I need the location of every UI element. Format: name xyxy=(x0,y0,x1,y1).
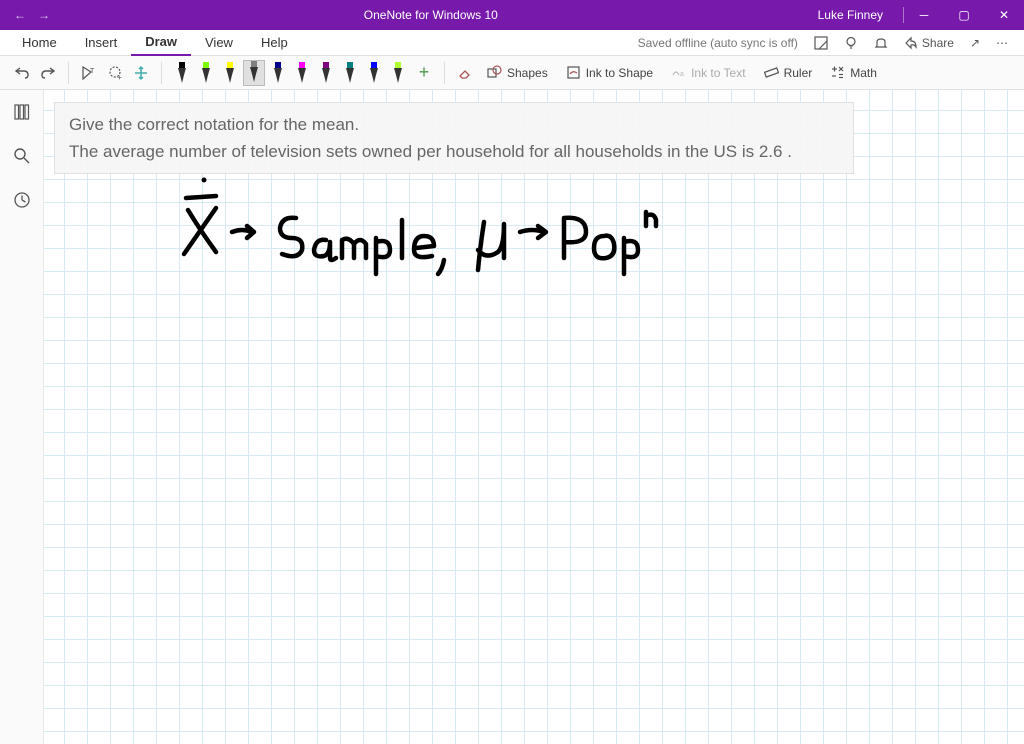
share-icon xyxy=(904,36,918,50)
recent-button[interactable] xyxy=(10,188,34,212)
pen-icon xyxy=(391,62,405,84)
toolbar-separator xyxy=(161,62,162,84)
ink-to-shape-icon xyxy=(566,65,581,80)
user-name[interactable]: Luke Finney xyxy=(798,8,903,22)
close-button[interactable]: ✕ xyxy=(984,0,1024,30)
pan-button[interactable] xyxy=(129,61,153,85)
notebooks-icon xyxy=(13,103,31,121)
pen-0[interactable] xyxy=(171,60,193,86)
lightbulb-icon xyxy=(844,36,858,50)
toolbar-separator xyxy=(68,62,69,84)
pen-icon xyxy=(295,62,309,84)
pen-icon xyxy=(223,62,237,84)
pen-5[interactable] xyxy=(291,60,313,86)
tab-insert[interactable]: Insert xyxy=(71,30,132,56)
autosave-status: Saved offline (auto sync is off) xyxy=(638,36,806,50)
shapes-button[interactable]: Shapes xyxy=(479,60,556,86)
pen-icon xyxy=(343,62,357,84)
drawing-canvas[interactable]: Give the correct notation for the mean. … xyxy=(44,90,1024,744)
pen-8[interactable] xyxy=(363,60,385,86)
lightbulb-button[interactable] xyxy=(836,36,866,50)
ink-to-shape-button[interactable]: Ink to Shape xyxy=(558,60,661,86)
pen-6[interactable] xyxy=(315,60,337,86)
cursor-text-icon: T xyxy=(81,65,97,81)
window-titlebar: ← → OneNote for Windows 10 Luke Finney ─… xyxy=(0,0,1024,30)
eraser-button[interactable] xyxy=(453,61,477,85)
math-button[interactable]: Math xyxy=(822,60,885,86)
undo-icon xyxy=(14,65,30,81)
redo-icon xyxy=(40,65,56,81)
pen-icon xyxy=(247,61,261,83)
workspace: Give the correct notation for the mean. … xyxy=(0,90,1024,744)
undo-button[interactable] xyxy=(10,61,34,85)
pen-7[interactable] xyxy=(339,60,361,86)
pen-icon xyxy=(367,62,381,84)
pen-icon xyxy=(199,62,213,84)
toolbar-separator xyxy=(444,62,445,84)
math-icon xyxy=(830,65,845,80)
fullscreen-button[interactable] xyxy=(806,36,836,50)
nav-back-button[interactable]: ← xyxy=(8,8,32,22)
pen-4[interactable] xyxy=(267,60,289,86)
pen-1[interactable] xyxy=(195,60,217,86)
ribbon-tabs: Home Insert Draw View Help Saved offline… xyxy=(0,30,1024,56)
pen-icon xyxy=(319,62,333,84)
minimize-button[interactable]: ─ xyxy=(904,0,944,30)
note-text-line1: Give the correct notation for the mean. xyxy=(69,111,839,138)
tab-help[interactable]: Help xyxy=(247,30,302,56)
ink-to-text-icon: a xyxy=(671,65,686,80)
more-button[interactable]: ⋯ xyxy=(988,36,1016,50)
tab-view[interactable]: View xyxy=(191,30,247,56)
shapes-label: Shapes xyxy=(507,66,548,80)
lasso-select-button[interactable]: + xyxy=(103,61,127,85)
share-button[interactable]: Share xyxy=(896,36,962,50)
note-text-line2: The average number of television sets ow… xyxy=(69,138,839,165)
ruler-button[interactable]: Ruler xyxy=(756,60,821,86)
shapes-icon xyxy=(487,65,502,80)
redo-button[interactable] xyxy=(36,61,60,85)
bell-icon xyxy=(874,36,888,50)
pen-9[interactable] xyxy=(387,60,409,86)
pen-icon xyxy=(175,62,189,84)
fullscreen-icon xyxy=(814,36,828,50)
eraser-icon xyxy=(457,65,473,81)
ruler-icon xyxy=(764,65,779,80)
add-pen-button[interactable]: + xyxy=(412,61,436,85)
share-label: Share xyxy=(922,36,954,50)
ruler-label: Ruler xyxy=(784,66,813,80)
math-label: Math xyxy=(850,66,877,80)
ink-to-shape-label: Ink to Shape xyxy=(586,66,653,80)
notebooks-button[interactable] xyxy=(10,100,34,124)
ink-to-text-button: a Ink to Text xyxy=(663,60,753,86)
text-mode-button[interactable]: T xyxy=(77,61,101,85)
search-icon xyxy=(13,147,31,165)
search-button[interactable] xyxy=(10,144,34,168)
tab-draw[interactable]: Draw xyxy=(131,30,191,56)
nav-forward-button[interactable]: → xyxy=(32,8,56,22)
ink-to-text-label: Ink to Text xyxy=(691,66,745,80)
handwriting-ink xyxy=(144,170,664,290)
tab-home[interactable]: Home xyxy=(8,30,71,56)
svg-text:a: a xyxy=(680,71,684,78)
left-rail xyxy=(0,90,44,744)
draw-toolbar: T + xyxy=(0,56,1024,90)
pan-icon xyxy=(133,65,149,81)
maximize-button[interactable]: ▢ xyxy=(944,0,984,30)
pen-gallery xyxy=(170,60,410,86)
app-title: OneNote for Windows 10 xyxy=(64,8,798,22)
pen-2[interactable] xyxy=(219,60,241,86)
note-container[interactable]: Give the correct notation for the mean. … xyxy=(54,102,854,174)
clock-icon xyxy=(13,191,31,209)
pen-3[interactable] xyxy=(243,60,265,86)
svg-text:+: + xyxy=(117,73,122,81)
svg-text:T: T xyxy=(90,68,95,75)
notification-button[interactable] xyxy=(866,36,896,50)
expand-arrow-button[interactable]: ↗ xyxy=(962,36,988,50)
pen-icon xyxy=(271,62,285,84)
lasso-icon: + xyxy=(107,65,123,81)
